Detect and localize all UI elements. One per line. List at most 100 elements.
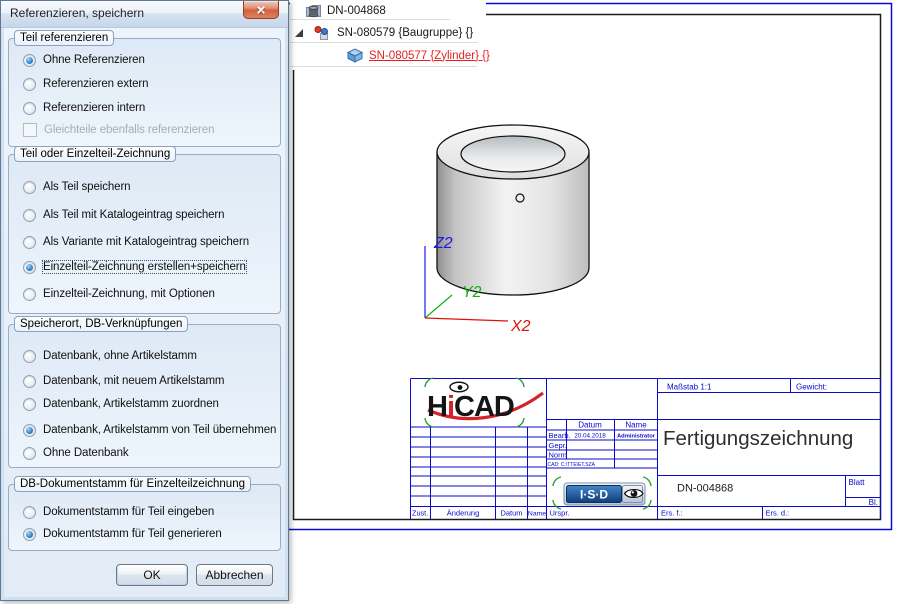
radio-icon bbox=[23, 397, 36, 411]
radio-dokumentstamm-eingeben[interactable]: Dokumentstamm für Teil eingeben bbox=[23, 504, 214, 520]
radio-label: Ohne Datenbank bbox=[43, 447, 129, 459]
radio-icon bbox=[23, 53, 36, 67]
hicad-eye-icon bbox=[449, 381, 469, 393]
dialog-titlebar[interactable]: Referenzieren, speichern bbox=[1, 1, 288, 28]
radio-label: Einzelteil-Zeichnung, mit Optionen bbox=[43, 288, 215, 300]
tree-item-assembly[interactable]: SN-080579 {Baugruppe} {} bbox=[290, 22, 486, 43]
tree-item-label: SN-080577 {Zylinder} {} bbox=[369, 49, 490, 62]
radio-label: Dokumentstamm für Teil eingeben bbox=[43, 506, 215, 518]
radio-icon bbox=[23, 180, 36, 194]
group-label: Teil oder Einzelteil-Zeichnung bbox=[14, 146, 177, 162]
expander-expanded-icon[interactable] bbox=[293, 27, 305, 39]
cad-path: CAD: C:\TTE\ET.SZA bbox=[548, 462, 596, 468]
drawing-document-icon bbox=[306, 4, 321, 17]
datum-label: Datum bbox=[500, 509, 522, 518]
radio-dokumentstamm-generieren[interactable]: Dokumentstamm für Teil generieren bbox=[23, 526, 222, 542]
group-label: DB-Dokumentstamm für Einzelteilzeichnung bbox=[14, 476, 251, 492]
radio-label: Als Variante mit Katalogeintrag speicher… bbox=[43, 236, 249, 248]
radio-db-artikelstamm-zuordnen[interactable]: Datenbank, Artikelstamm zuordnen bbox=[23, 396, 219, 412]
radio-label: Als Teil speichern bbox=[43, 181, 131, 193]
radio-icon bbox=[23, 446, 36, 460]
blatt-label: Blatt bbox=[849, 478, 866, 487]
axis-z-label: Z2 bbox=[433, 235, 453, 252]
group-label: Speicherort, DB-Verknüpfungen bbox=[14, 316, 189, 332]
tree-item-label: SN-080579 {Baugruppe} {} bbox=[337, 26, 474, 39]
radio-icon bbox=[23, 260, 36, 274]
tree-separator bbox=[290, 19, 450, 20]
zust-label: Zust. bbox=[412, 509, 428, 518]
radio-db-ohne-artikelstamm[interactable]: Datenbank, ohne Artikelstamm bbox=[23, 348, 197, 364]
radio-icon bbox=[23, 505, 36, 519]
radio-als-variante-katalog[interactable]: Als Variante mit Katalogeintrag speicher… bbox=[23, 234, 249, 250]
model-cylinder[interactable] bbox=[436, 124, 590, 296]
radio-label: Dokumentstamm für Teil generieren bbox=[43, 528, 222, 540]
ers-f-label: Ers. f.: bbox=[661, 509, 683, 518]
isd-eye-icon bbox=[623, 488, 644, 499]
radio-label: Datenbank, ohne Artikelstamm bbox=[43, 350, 197, 362]
part-cube-icon bbox=[346, 48, 364, 63]
weight-label: Gewicht: bbox=[796, 383, 827, 392]
col-name-header: Name bbox=[625, 421, 647, 430]
col-datum-header: Datum bbox=[578, 421, 602, 430]
ok-button[interactable]: OK bbox=[116, 564, 188, 586]
doc-number: DN-004868 bbox=[677, 483, 733, 495]
radio-referenzieren-extern[interactable]: Referenzieren extern bbox=[23, 76, 149, 92]
axis-y-line bbox=[424, 294, 453, 319]
tree-item-drawing[interactable]: DN-004868 bbox=[290, 0, 486, 21]
name-label: Name bbox=[528, 511, 546, 518]
bearb-label: Bearb. bbox=[549, 431, 571, 440]
radio-icon bbox=[23, 349, 36, 363]
radio-icon bbox=[23, 77, 36, 91]
aenderung-label: Änderung bbox=[447, 509, 480, 518]
isd-text: I·S·D bbox=[580, 488, 608, 502]
radio-label: Datenbank, mit neuem Artikelstamm bbox=[43, 375, 225, 387]
radio-referenzieren-intern[interactable]: Referenzieren intern bbox=[23, 100, 145, 116]
radio-icon bbox=[23, 423, 36, 437]
radio-icon bbox=[23, 208, 36, 222]
hicad-logo: HiCAD bbox=[424, 377, 544, 428]
gepr-label: Gepr. bbox=[549, 441, 567, 450]
tree-item-cylinder[interactable]: SN-080577 {Zylinder} {} bbox=[290, 45, 490, 66]
radio-icon bbox=[23, 101, 36, 115]
radio-label: Referenzieren extern bbox=[43, 78, 149, 90]
group-teil-referenzieren: Teil referenzieren Ohne Referenzieren Re… bbox=[8, 30, 281, 147]
radio-label: Referenzieren intern bbox=[43, 102, 146, 114]
norm-label: Norm bbox=[549, 451, 567, 460]
radio-einzelteil-zeichnung-erstellen[interactable]: Einzelteil-Zeichnung erstellen+speichern bbox=[23, 259, 247, 275]
tree-separator bbox=[290, 66, 477, 67]
group-db-dokumentstamm: DB-Dokumentstamm für Einzelteilzeichnung… bbox=[8, 476, 281, 551]
axis-y-label: Y2 bbox=[462, 284, 482, 301]
radio-label: Ohne Referenzieren bbox=[43, 54, 145, 66]
radio-label: Datenbank, Artikelstamm zuordnen bbox=[43, 398, 219, 410]
ers-d-label: Ers. d.: bbox=[766, 509, 790, 518]
radio-ohne-referenzieren[interactable]: Ohne Referenzieren bbox=[23, 52, 145, 68]
radio-ohne-datenbank[interactable]: Ohne Datenbank bbox=[23, 445, 129, 461]
part-structure-tree: DN-004868 SN-080579 {Baugruppe} {} SN-08… bbox=[290, 0, 490, 70]
hicad-workspace: Z2 Y2 X2 Maßstab 1:1 Gewicht: Datum Name… bbox=[0, 0, 900, 604]
radio-db-artikelstamm-uebernehmen[interactable]: Datenbank, Artikelstamm von Teil überneh… bbox=[23, 422, 276, 438]
svg-text:HiCAD: HiCAD bbox=[427, 391, 514, 423]
group-speicherort-db: Speicherort, DB-Verknüpfungen Datenbank,… bbox=[8, 316, 281, 468]
radio-db-neuem-artikelstamm[interactable]: Datenbank, mit neuem Artikelstamm bbox=[23, 373, 225, 389]
tree-item-label: DN-004868 bbox=[327, 4, 386, 17]
radio-label: Als Teil mit Katalogeintrag speichern bbox=[43, 209, 225, 221]
cancel-button[interactable]: Abbrechen bbox=[196, 564, 273, 586]
radio-icon bbox=[23, 287, 36, 301]
checkbox-gleichteile: Gleichteile ebenfalls referenzieren bbox=[23, 122, 214, 138]
checkbox-icon bbox=[23, 123, 37, 137]
radio-als-teil-katalog[interactable]: Als Teil mit Katalogeintrag speichern bbox=[23, 207, 225, 223]
radio-label: Datenbank, Artikelstamm von Teil überneh… bbox=[43, 424, 277, 436]
close-button[interactable] bbox=[243, 1, 279, 19]
radio-als-teil-speichern[interactable]: Als Teil speichern bbox=[23, 179, 131, 195]
group-teil-oder-einzelteil: Teil oder Einzelteil-Zeichnung Als Teil … bbox=[8, 146, 281, 314]
assembly-icon bbox=[314, 25, 328, 40]
group-label: Teil referenzieren bbox=[14, 30, 115, 46]
radio-einzelteil-zeichnung-optionen[interactable]: Einzelteil-Zeichnung, mit Optionen bbox=[23, 286, 215, 302]
bl-label: Bl. bbox=[869, 498, 878, 507]
axis-x-label: X2 bbox=[510, 318, 531, 335]
referenzieren-speichern-dialog: Referenzieren, speichern Teil referenzie… bbox=[0, 0, 289, 601]
urspr-label: Urspr. bbox=[550, 509, 570, 518]
radio-label: Einzelteil-Zeichnung erstellen+speichern bbox=[42, 260, 247, 274]
bearb-datum: 20.04.2018 bbox=[574, 433, 606, 440]
bearb-name: Administrator bbox=[617, 434, 656, 440]
